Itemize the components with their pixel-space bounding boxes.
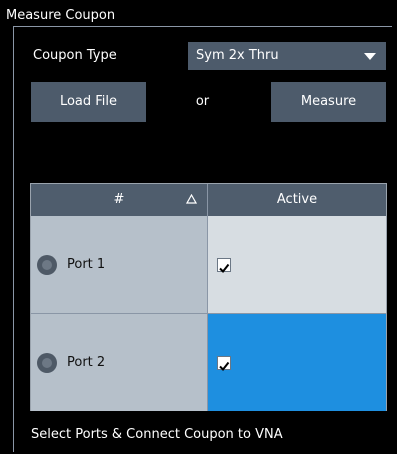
column-header-active[interactable]: Active — [208, 184, 386, 216]
port-cell[interactable]: Port 2 — [31, 314, 208, 411]
measure-coupon-panel: Measure Coupon Coupon Type Sym 2x Thru L… — [0, 0, 397, 454]
active-checkbox[interactable] — [217, 356, 231, 372]
ports-table: # Active Port 1 Port 2 — [30, 183, 387, 411]
group-title: Measure Coupon — [6, 8, 116, 23]
sort-ascending-icon[interactable] — [186, 194, 197, 204]
active-checkbox[interactable] — [217, 258, 231, 274]
checkmark-icon — [219, 361, 230, 372]
dropdown-arrow-icon — [364, 53, 376, 60]
port-connector-icon — [37, 353, 57, 373]
checkmark-icon — [219, 263, 230, 274]
table-row[interactable]: Port 1 — [31, 216, 386, 314]
active-cell-selected[interactable] — [208, 314, 386, 411]
port-connector-icon — [37, 255, 57, 275]
coupon-type-value: Sym 2x Thru — [196, 48, 279, 63]
coupon-type-dropdown[interactable]: Sym 2x Thru — [188, 42, 386, 70]
or-label: or — [195, 94, 210, 109]
measure-button[interactable]: Measure — [271, 82, 386, 122]
port-label: Port 2 — [67, 355, 106, 370]
coupon-type-label: Coupon Type — [33, 48, 117, 63]
active-cell[interactable] — [208, 216, 386, 313]
port-cell[interactable]: Port 1 — [31, 216, 208, 313]
load-file-button[interactable]: Load File — [31, 82, 146, 122]
port-label: Port 1 — [67, 257, 106, 272]
column-header-number-label: # — [113, 192, 125, 207]
table-row[interactable]: Port 2 — [31, 314, 386, 411]
column-header-number[interactable]: # — [31, 184, 208, 216]
status-message: Select Ports & Connect Coupon to VNA — [31, 427, 283, 442]
